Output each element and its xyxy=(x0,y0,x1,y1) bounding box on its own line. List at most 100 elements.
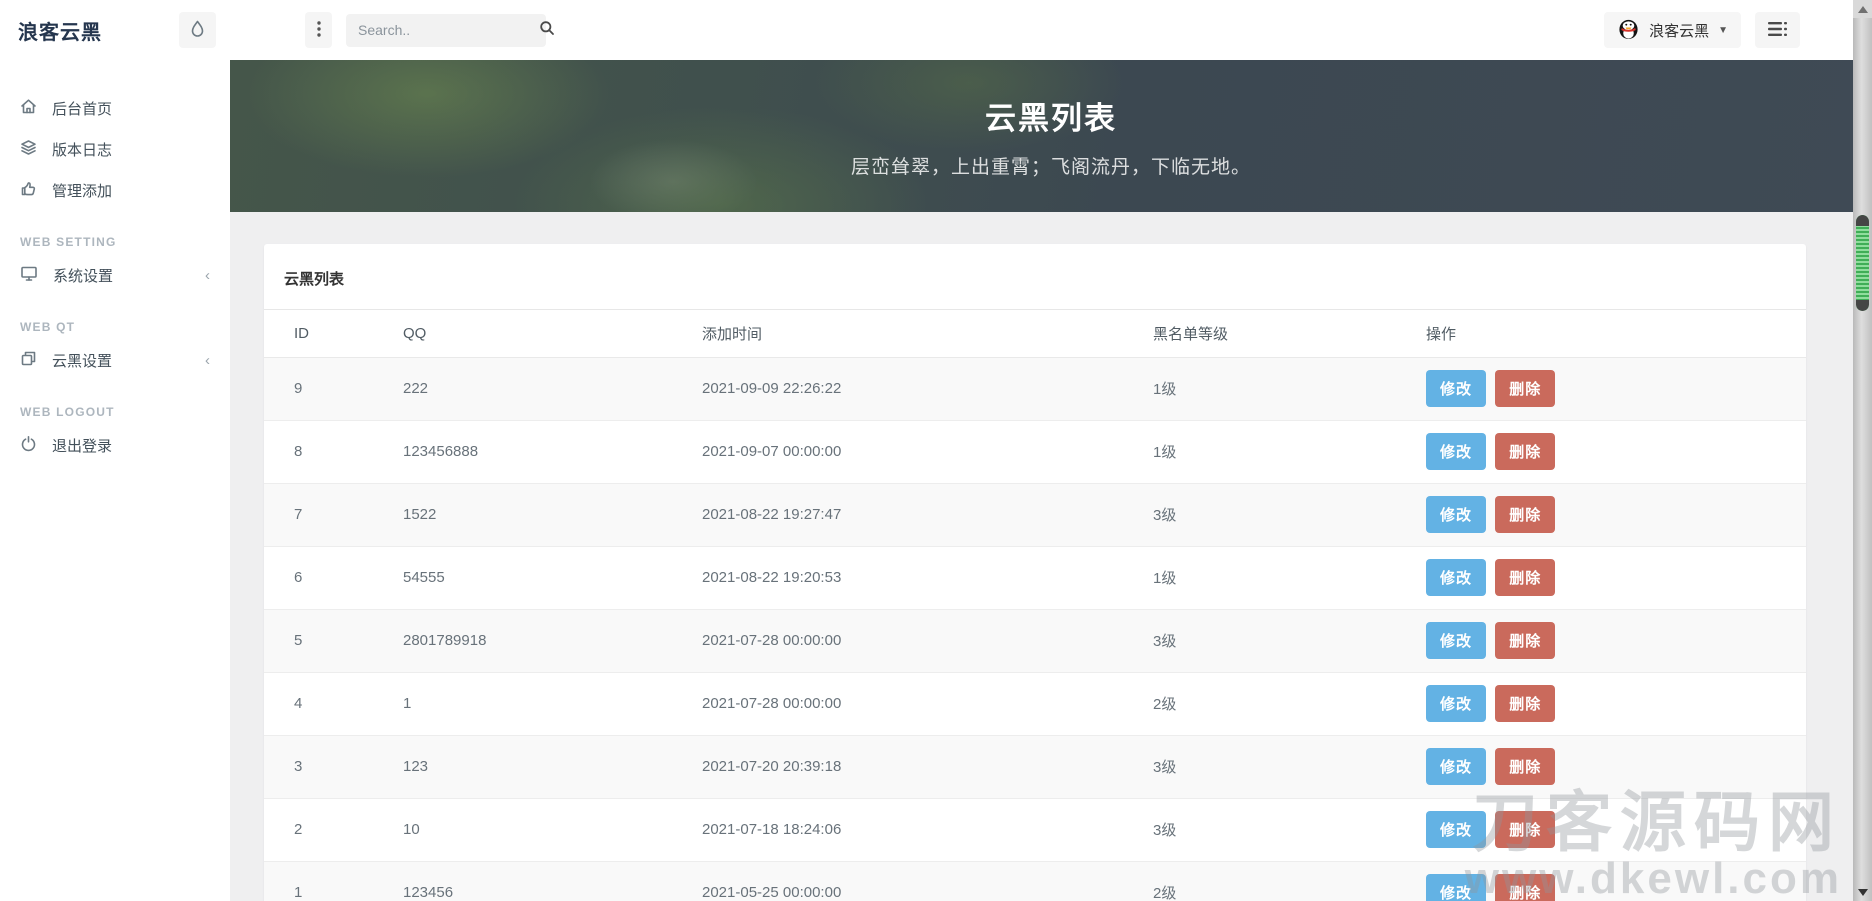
cell-level: 3级 xyxy=(1153,735,1426,799)
chevron-left-icon: ‹ xyxy=(205,267,210,284)
cell-qq: 123456 xyxy=(403,861,702,901)
cell-qq: 1 xyxy=(403,672,702,736)
cell-level: 3级 xyxy=(1153,483,1426,547)
home-icon xyxy=(20,98,37,119)
table-row: 9 222 2021-09-09 22:26:22 1级 修改 删除 xyxy=(264,357,1806,421)
cell-actions: 修改 删除 xyxy=(1426,672,1806,736)
more-menu-button[interactable] xyxy=(305,12,332,48)
cell-id: 8 xyxy=(264,420,403,484)
edit-button[interactable]: 修改 xyxy=(1426,496,1487,533)
nav-list-button[interactable] xyxy=(1755,12,1800,48)
table-header-row: ID QQ 添加时间 黑名单等级 操作 xyxy=(264,310,1806,358)
cell-id: 2 xyxy=(264,798,403,862)
delete-button[interactable]: 删除 xyxy=(1495,748,1556,785)
main-area: 浪客云黑 ▼ 云黑列表 层峦耸翠，上出重霄；飞阁流丹，下临无地。 云黑列表 xyxy=(230,0,1872,901)
cell-qq: 2801789918 xyxy=(403,609,702,673)
cell-added-time: 2021-07-18 18:24:06 xyxy=(702,798,1153,862)
list-icon xyxy=(1767,21,1788,39)
delete-button[interactable]: 删除 xyxy=(1495,622,1556,659)
sidebar-item-label: 管理添加 xyxy=(52,183,113,200)
app-window: 浪客云黑 后台首页 版本日志 管理添加 WEB SETTING 系统设置 ‹ W… xyxy=(0,0,1872,901)
delete-button[interactable]: 删除 xyxy=(1495,370,1556,407)
delete-button[interactable]: 删除 xyxy=(1495,496,1556,533)
card-title: 云黑列表 xyxy=(264,244,1806,310)
header-id: ID xyxy=(264,310,403,358)
cell-qq: 222 xyxy=(403,357,702,421)
page-scrollbar[interactable] xyxy=(1853,0,1872,901)
sidebar: 浪客云黑 后台首页 版本日志 管理添加 WEB SETTING 系统设置 ‹ W… xyxy=(0,0,230,901)
sidebar-item-label: 后台首页 xyxy=(52,101,113,118)
chevron-left-icon: ‹ xyxy=(205,352,210,369)
theme-drop-button[interactable] xyxy=(179,12,216,48)
header-added-time: 添加时间 xyxy=(702,310,1153,358)
sidebar-section-web-logout: WEB LOGOUT xyxy=(20,405,115,419)
cell-added-time: 2021-09-09 22:26:22 xyxy=(702,357,1153,421)
cell-added-time: 2021-08-22 19:27:47 xyxy=(702,483,1153,547)
delete-button[interactable]: 删除 xyxy=(1495,685,1556,722)
cell-added-time: 2021-07-28 00:00:00 xyxy=(702,672,1153,736)
cell-actions: 修改 删除 xyxy=(1426,609,1806,673)
edit-button[interactable]: 修改 xyxy=(1426,811,1487,848)
layers-icon xyxy=(20,139,37,160)
cell-id: 7 xyxy=(264,483,403,547)
table-row: 5 2801789918 2021-07-28 00:00:00 3级 修改 删… xyxy=(264,609,1806,673)
cell-added-time: 2021-08-22 19:20:53 xyxy=(702,546,1153,610)
copy-icon xyxy=(20,350,37,371)
sidebar-section-web-setting: WEB SETTING xyxy=(20,235,117,249)
edit-button[interactable]: 修改 xyxy=(1426,874,1487,901)
sidebar-item-cloudblack-settings[interactable]: 云黑设置 ‹ xyxy=(0,340,230,381)
table-body: 9 222 2021-09-09 22:26:22 1级 修改 删除 8 123… xyxy=(264,357,1806,901)
cell-id: 1 xyxy=(264,861,403,901)
table-row: 8 123456888 2021-09-07 00:00:00 1级 修改 删除 xyxy=(264,420,1806,484)
cell-added-time: 2021-09-07 00:00:00 xyxy=(702,420,1153,484)
power-icon xyxy=(20,435,37,456)
table-row: 7 1522 2021-08-22 19:27:47 3级 修改 删除 xyxy=(264,483,1806,547)
triangle-up-icon xyxy=(1857,5,1868,13)
cell-actions: 修改 删除 xyxy=(1426,546,1806,610)
cell-qq: 123456888 xyxy=(403,420,702,484)
cell-id: 9 xyxy=(264,357,403,421)
edit-button[interactable]: 修改 xyxy=(1426,370,1487,407)
cell-level: 3级 xyxy=(1153,798,1426,862)
edit-button[interactable]: 修改 xyxy=(1426,433,1487,470)
scrollbar-up-arrow[interactable] xyxy=(1853,0,1872,18)
cell-level: 2级 xyxy=(1153,672,1426,736)
user-name: 浪客云黑 xyxy=(1649,22,1710,40)
scrollbar-down-arrow[interactable] xyxy=(1853,883,1872,901)
edit-button[interactable]: 修改 xyxy=(1426,622,1487,659)
sidebar-nav: 后台首页 版本日志 管理添加 WEB SETTING 系统设置 ‹ WEB QT… xyxy=(0,58,230,466)
edit-button[interactable]: 修改 xyxy=(1426,559,1487,596)
cell-id: 5 xyxy=(264,609,403,673)
cell-level: 2级 xyxy=(1153,861,1426,901)
table-row: 6 54555 2021-08-22 19:20:53 1级 修改 删除 xyxy=(264,546,1806,610)
hero-banner: 云黑列表 层峦耸翠，上出重霄；飞阁流丹，下临无地。 xyxy=(230,60,1872,212)
sidebar-item-admin-add[interactable]: 管理添加 xyxy=(0,170,230,211)
user-menu-button[interactable]: 浪客云黑 ▼ xyxy=(1604,12,1741,48)
table-row: 3 123 2021-07-20 20:39:18 3级 修改 删除 xyxy=(264,735,1806,799)
header-qq: QQ xyxy=(403,310,702,358)
droplet-icon xyxy=(190,20,205,40)
delete-button[interactable]: 删除 xyxy=(1495,559,1556,596)
scrollbar-thumb[interactable] xyxy=(1856,215,1869,311)
delete-button[interactable]: 删除 xyxy=(1495,874,1556,901)
cell-qq: 1522 xyxy=(403,483,702,547)
delete-button[interactable]: 删除 xyxy=(1495,811,1556,848)
sidebar-item-logout[interactable]: 退出登录 xyxy=(0,425,230,466)
header-actions: 操作 xyxy=(1426,310,1806,358)
search-icon[interactable] xyxy=(539,20,555,41)
search-input[interactable] xyxy=(358,22,539,38)
topbar: 浪客云黑 ▼ xyxy=(230,0,1872,60)
cell-level: 1级 xyxy=(1153,546,1426,610)
sidebar-item-label: 系统设置 xyxy=(53,268,114,285)
edit-button[interactable]: 修改 xyxy=(1426,685,1487,722)
cell-added-time: 2021-05-25 00:00:00 xyxy=(702,861,1153,901)
search-box xyxy=(346,13,554,47)
sidebar-item-system-settings[interactable]: 系统设置 ‹ xyxy=(0,255,230,296)
cell-actions: 修改 删除 xyxy=(1426,420,1806,484)
sidebar-item-changelog[interactable]: 版本日志 xyxy=(0,129,230,170)
blacklist-card: 云黑列表 ID QQ 添加时间 黑名单等级 操作 9 222 2021-09-0… xyxy=(264,244,1806,901)
cell-qq: 123 xyxy=(403,735,702,799)
edit-button[interactable]: 修改 xyxy=(1426,748,1487,785)
sidebar-item-dashboard[interactable]: 后台首页 xyxy=(0,88,230,129)
delete-button[interactable]: 删除 xyxy=(1495,433,1556,470)
